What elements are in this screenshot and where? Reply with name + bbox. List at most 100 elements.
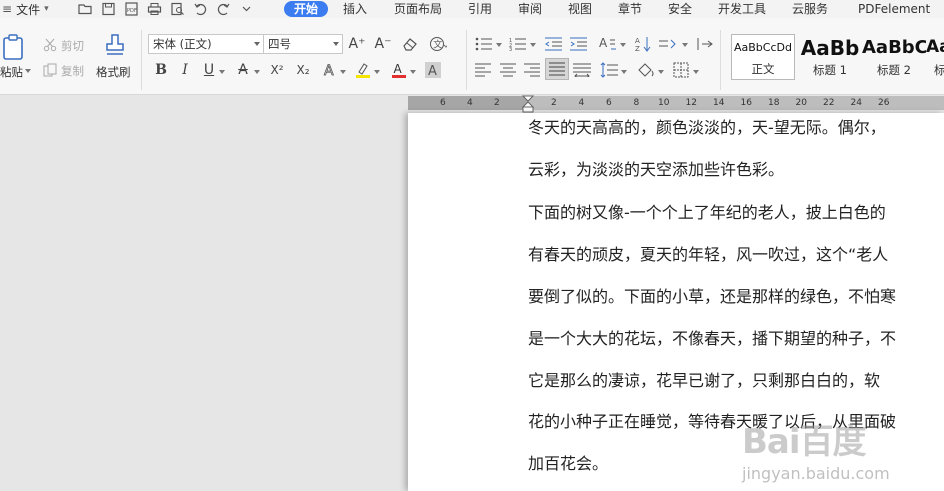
strikethrough-button[interactable]: A bbox=[234, 62, 252, 78]
paragraph-line[interactable]: 要倒了似的。下面的小草，还是那样的绿色，不怕寒 bbox=[528, 287, 896, 307]
italic-button[interactable]: I bbox=[176, 62, 194, 78]
align-left-icon[interactable] bbox=[475, 63, 491, 77]
style-sample: AaBb bbox=[800, 36, 860, 60]
format-painter-label[interactable]: 格式刷 bbox=[96, 64, 131, 80]
highlight-icon[interactable] bbox=[354, 61, 372, 79]
tab-home[interactable]: 开始 bbox=[284, 1, 329, 17]
file-menu[interactable]: ≡ 文件 ▾ bbox=[0, 1, 72, 18]
chinese-layout-icon[interactable]: A bbox=[598, 35, 618, 53]
ruler-label: 8 bbox=[633, 98, 640, 108]
show-hide-dropdown-icon[interactable] bbox=[682, 43, 688, 47]
chevron-down-icon: ▾ bbox=[44, 4, 49, 14]
tab-references[interactable]: 引用 bbox=[468, 1, 492, 17]
paragraph-line[interactable]: 它是那么的凄谅，花早已谢了，只剩那白白的，软 bbox=[528, 371, 880, 391]
tab-security[interactable]: 安全 bbox=[668, 1, 692, 17]
paste-dropdown-icon[interactable] bbox=[25, 69, 31, 73]
underline-button[interactable]: U bbox=[200, 62, 218, 78]
style-name: 标 bbox=[934, 63, 944, 77]
text-effect-icon[interactable]: A bbox=[321, 62, 339, 78]
tab-insert[interactable]: 插入 bbox=[343, 1, 367, 17]
ruler-label: 16 bbox=[740, 98, 752, 108]
style-heading-3[interactable]: Aa 标 bbox=[926, 34, 944, 80]
align-right-icon[interactable] bbox=[524, 63, 540, 77]
eraser-icon[interactable] bbox=[401, 36, 419, 52]
paragraph-line[interactable]: 花的小种子正在睡觉，等待春天暖了以后，从里面破 bbox=[528, 412, 896, 432]
show-hide-icon[interactable] bbox=[659, 37, 677, 51]
style-heading-1[interactable]: AaBb 标题 1 bbox=[798, 34, 862, 80]
cut-label[interactable]: 剪切 bbox=[61, 38, 84, 54]
paragraph-line[interactable]: 冬天的天高高的，颜色淡淡的，天-望无际。偶尔， bbox=[528, 118, 886, 138]
print-preview-icon[interactable] bbox=[170, 2, 185, 16]
style-sample: AaBbC bbox=[862, 37, 926, 58]
subscript-button[interactable]: X₂ bbox=[294, 62, 312, 78]
paste-label[interactable]: 粘贴 bbox=[0, 64, 23, 80]
tab-marker-icon[interactable] bbox=[696, 37, 714, 51]
font-color-icon[interactable]: A bbox=[390, 61, 408, 79]
tab-review[interactable]: 审阅 bbox=[518, 1, 542, 17]
sort-icon[interactable]: AZ bbox=[634, 35, 652, 53]
border-icon[interactable] bbox=[672, 62, 690, 78]
scissors-icon[interactable] bbox=[42, 37, 58, 53]
tab-view[interactable]: 视图 bbox=[568, 1, 592, 17]
numbered-list-icon[interactable]: 123 bbox=[509, 37, 527, 51]
undo-icon[interactable] bbox=[193, 2, 208, 16]
shading-icon[interactable] bbox=[636, 62, 656, 78]
grow-font-button[interactable]: A⁺ bbox=[348, 36, 366, 52]
paragraph-line[interactable]: 云彩，为淡淡的天空添加些许色彩。 bbox=[528, 160, 784, 180]
tab-pdfelement[interactable]: PDFelement bbox=[858, 1, 930, 17]
tab-page-layout[interactable]: 页面布局 bbox=[394, 1, 442, 17]
paragraph-line[interactable]: 有春天的顽皮，夏天的年轻，风一吹过，这个“老人 bbox=[528, 245, 888, 265]
paragraph-line[interactable]: 下面的树又像-一个个上了年纪的老人，披上白色的 bbox=[528, 203, 886, 223]
paragraph-line[interactable]: 是一个大大的花坛，不像春天，播下期望的种子，不 bbox=[528, 329, 896, 349]
pdf-icon[interactable]: PDF bbox=[124, 2, 139, 16]
paragraph-line[interactable]: 加百花会。 bbox=[528, 454, 608, 474]
copy-label[interactable]: 复制 bbox=[61, 63, 84, 79]
style-heading-2[interactable]: AaBbC 标题 2 bbox=[862, 34, 926, 80]
ruler-label: 22 bbox=[823, 98, 835, 108]
bullet-list-icon[interactable] bbox=[475, 37, 493, 51]
bold-button[interactable]: B bbox=[152, 62, 170, 78]
phonetic-guide-icon[interactable]: 文 bbox=[428, 36, 448, 52]
font-name-select[interactable]: 宋体 (正文) bbox=[148, 34, 264, 54]
underline-dropdown-icon[interactable] bbox=[219, 70, 225, 74]
save-icon[interactable] bbox=[101, 2, 116, 16]
svg-text:A: A bbox=[635, 37, 640, 45]
line-spacing-icon[interactable] bbox=[600, 62, 618, 78]
font-color-dropdown-icon[interactable] bbox=[410, 70, 416, 74]
chinese-layout-dropdown-icon[interactable] bbox=[620, 43, 626, 47]
copy-icon[interactable] bbox=[42, 62, 58, 78]
ruler-label: 6 bbox=[440, 98, 446, 108]
redo-icon[interactable] bbox=[216, 2, 231, 16]
paste-button[interactable] bbox=[0, 32, 28, 62]
tab-chapter[interactable]: 章节 bbox=[618, 1, 642, 17]
decrease-indent-icon[interactable] bbox=[545, 37, 563, 51]
character-shading-icon[interactable]: A bbox=[424, 62, 442, 78]
open-icon[interactable] bbox=[78, 2, 93, 16]
style-normal[interactable]: AaBbCcDd 正文 bbox=[731, 34, 795, 80]
bullet-dropdown-icon[interactable] bbox=[496, 43, 502, 47]
shrink-font-button[interactable]: A⁻ bbox=[374, 36, 392, 52]
ruler-label: 2 bbox=[551, 98, 557, 108]
format-painter-icon[interactable] bbox=[102, 32, 128, 60]
customize-icon[interactable] bbox=[239, 2, 254, 16]
strikethrough-dropdown-icon[interactable] bbox=[254, 70, 260, 74]
justify-icon[interactable] bbox=[545, 58, 569, 80]
document-page[interactable]: 冬天的天高高的，颜色淡淡的，天-望无际。偶尔， 云彩，为淡淡的天空添加些许色彩。… bbox=[408, 113, 944, 491]
increase-indent-icon[interactable] bbox=[570, 37, 588, 51]
shading-dropdown-icon[interactable] bbox=[658, 70, 664, 74]
distributed-align-icon[interactable] bbox=[573, 63, 591, 77]
tab-cloud[interactable]: 云服务 bbox=[792, 1, 828, 17]
document-area[interactable]: 冬天的天高高的，颜色淡淡的，天-望无际。偶尔， 云彩，为淡淡的天空添加些许色彩。… bbox=[0, 113, 944, 491]
tab-developer[interactable]: 开发工具 bbox=[718, 1, 766, 17]
styles-gallery: AaBbCcDd 正文 AaBb 标题 1 AaBbC 标题 2 Aa 标 bbox=[728, 34, 944, 80]
numbered-dropdown-icon[interactable] bbox=[530, 43, 536, 47]
print-icon[interactable] bbox=[147, 2, 162, 16]
highlight-dropdown-icon[interactable] bbox=[374, 70, 380, 74]
align-center-icon[interactable] bbox=[500, 63, 516, 77]
horizontal-ruler[interactable]: 6 4 2 2 4 6 8 10 12 14 16 18 20 22 24 26 bbox=[0, 95, 944, 113]
line-spacing-dropdown-icon[interactable] bbox=[621, 70, 627, 74]
font-size-select[interactable]: 四号 bbox=[263, 34, 343, 54]
text-effect-dropdown-icon[interactable] bbox=[340, 70, 346, 74]
border-dropdown-icon[interactable] bbox=[693, 70, 699, 74]
superscript-button[interactable]: X² bbox=[268, 62, 286, 78]
